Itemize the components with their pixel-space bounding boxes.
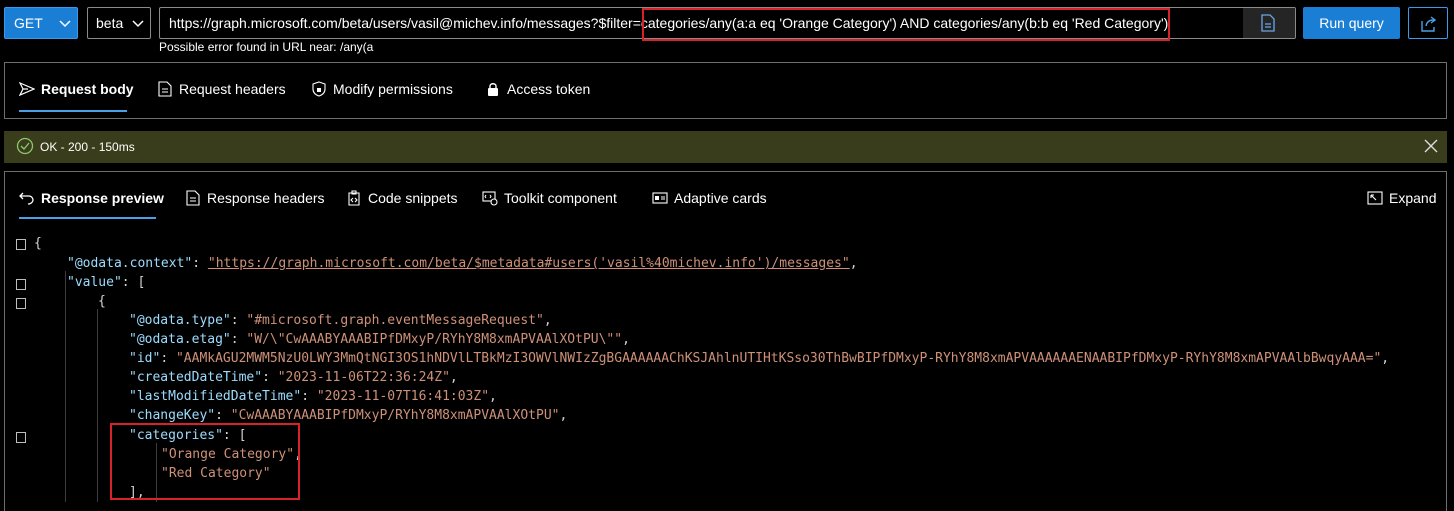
tab-code-snippets[interactable]: Code snippets	[346, 190, 458, 206]
json-line: {	[98, 294, 106, 309]
json-line: "lastModifiedDateTime": "2023-11-07T16:4…	[129, 389, 497, 404]
chevron-down-icon	[132, 20, 144, 28]
checkmark-circle-icon	[16, 137, 34, 155]
tab-adaptive-cards[interactable]: Adaptive cards	[652, 190, 767, 206]
request-panel: Request body Request headers Modify perm…	[4, 62, 1447, 119]
tab-label: Code snippets	[368, 190, 458, 206]
tab-access-token[interactable]: Access token	[485, 81, 590, 97]
json-line: "id": "AAMkAGU2MWM5NzU0LWY3MmQtNGI3OS1hN…	[129, 351, 1390, 366]
url-error-message: Possible error found in URL near: /any(a	[159, 40, 374, 54]
run-query-label: Run query	[1319, 15, 1384, 31]
expand-icon	[1367, 191, 1383, 205]
undo-arrow-icon	[19, 192, 34, 205]
http-method-dropdown[interactable]: GET	[4, 7, 78, 39]
json-line: "createdDateTime": "2023-11-06T22:36:24Z…	[129, 370, 458, 385]
tab-response-preview[interactable]: Response preview	[19, 190, 164, 206]
document-icon	[186, 190, 200, 206]
json-line: {	[34, 236, 42, 251]
tab-response-headers[interactable]: Response headers	[185, 190, 325, 206]
json-line: "@odata.etag": "W/\"CwAAABYAAABIPfDMxyP/…	[129, 332, 630, 347]
tab-request-body[interactable]: Request body	[19, 81, 134, 97]
tab-label: Modify permissions	[333, 81, 453, 97]
lock-icon	[488, 83, 498, 96]
share-icon	[1421, 16, 1437, 32]
active-tab-indicator	[19, 110, 127, 112]
tab-modify-permissions[interactable]: Modify permissions	[311, 81, 453, 97]
url-docs-button[interactable]	[1243, 8, 1295, 38]
json-line: "@odata.context": "https://graph.microso…	[67, 256, 858, 271]
tab-label: Access token	[507, 81, 591, 97]
fold-toggle[interactable]	[16, 239, 26, 250]
run-query-button[interactable]: Run query	[1303, 7, 1400, 39]
categories-highlight	[110, 423, 300, 500]
fold-toggle[interactable]	[16, 432, 26, 443]
chevron-down-icon	[59, 20, 71, 28]
document-icon	[158, 81, 172, 97]
api-version-value: beta	[96, 15, 124, 31]
indent-guide	[97, 309, 98, 502]
tab-label: Response headers	[207, 190, 325, 206]
indent-guide	[65, 271, 66, 502]
tab-label: Toolkit component	[504, 190, 617, 206]
shield-lock-icon	[312, 81, 326, 97]
fold-toggle[interactable]	[16, 298, 26, 309]
toolkit-icon	[482, 191, 498, 206]
expand-button[interactable]: Expand	[1367, 190, 1436, 206]
tab-label: Request headers	[179, 81, 286, 97]
tab-toolkit-component[interactable]: Toolkit component	[482, 190, 617, 206]
json-line: "@odata.type": "#microsoft.graph.eventMe…	[129, 313, 552, 328]
json-line: "value": [	[67, 275, 146, 290]
url-filter-highlight	[642, 8, 1170, 41]
api-version-dropdown[interactable]: beta	[87, 7, 151, 39]
tab-request-headers[interactable]: Request headers	[157, 81, 286, 97]
document-icon	[1261, 14, 1275, 32]
fold-toggle[interactable]	[16, 279, 26, 290]
tab-label: Request body	[41, 81, 134, 97]
active-tab-indicator	[19, 217, 156, 219]
expand-label: Expand	[1389, 190, 1437, 206]
code-clipboard-icon	[348, 190, 360, 206]
tab-label: Response preview	[41, 190, 164, 206]
close-icon[interactable]	[1423, 138, 1439, 154]
card-icon	[652, 192, 668, 204]
send-icon	[19, 81, 35, 97]
tab-label: Adaptive cards	[674, 190, 767, 206]
status-text: OK - 200 - 150ms	[40, 140, 135, 154]
share-button[interactable]	[1408, 7, 1448, 39]
status-bar: OK - 200 - 150ms	[4, 131, 1447, 163]
http-method-value: GET	[14, 15, 43, 31]
